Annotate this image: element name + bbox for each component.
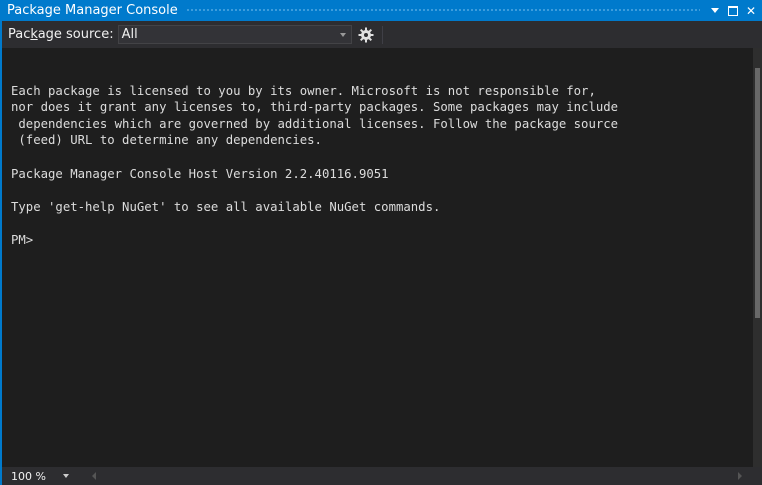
- maximize-button[interactable]: [726, 4, 740, 18]
- dropdown-arrow-icon: [711, 8, 719, 13]
- window-position-button[interactable]: [708, 4, 722, 18]
- chevron-down-icon: [62, 474, 69, 478]
- license-line: (feed) URL to determine any dependencies…: [11, 133, 322, 148]
- license-line: nor does it grant any licenses to, third…: [11, 100, 619, 115]
- close-icon: ✕: [745, 3, 757, 18]
- close-button[interactable]: ✕: [744, 4, 758, 18]
- dropdown-button[interactable]: [335, 26, 351, 43]
- license-line: Each package is licensed to you by its o…: [11, 83, 596, 98]
- package-source-label: Package source:: [8, 27, 114, 42]
- chevron-down-icon: [339, 32, 346, 37]
- horizontal-scrollbar[interactable]: [92, 470, 742, 482]
- status-bar: 100 %: [0, 467, 762, 485]
- window-title: Package Manager Console: [7, 3, 178, 18]
- license-line: dependencies which are governed by addit…: [11, 116, 619, 131]
- help-line: Type 'get-help NuGet' to see all availab…: [11, 199, 441, 214]
- package-source-dropdown[interactable]: All: [117, 25, 352, 44]
- console-output[interactable]: Each package is licensed to you by its o…: [0, 48, 753, 467]
- package-manager-console-window: Package Manager Console ✕ Package source…: [0, 0, 762, 485]
- version-line: Package Manager Console Host Version 2.2…: [11, 166, 389, 181]
- scrollbar-thumb[interactable]: [755, 68, 760, 318]
- maximize-icon: [728, 5, 738, 16]
- settings-button[interactable]: [356, 25, 376, 45]
- license-text: Each package is licensed to you by its o…: [11, 83, 753, 149]
- zoom-dropdown[interactable]: 100 %: [2, 470, 69, 483]
- gear-icon: [358, 27, 374, 42]
- drag-grip[interactable]: [185, 8, 700, 13]
- package-source-value: All: [121, 27, 138, 42]
- scroll-right-icon[interactable]: [738, 472, 742, 480]
- zoom-level: 100 %: [11, 469, 46, 483]
- title-bar[interactable]: Package Manager Console ✕: [0, 0, 762, 21]
- vertical-scrollbar[interactable]: [753, 48, 762, 467]
- command-prompt[interactable]: PM>: [11, 232, 753, 249]
- scroll-left-icon[interactable]: [92, 472, 96, 480]
- console-toolbar: Package source: All: [0, 21, 762, 48]
- toolbar-separator: [381, 25, 383, 44]
